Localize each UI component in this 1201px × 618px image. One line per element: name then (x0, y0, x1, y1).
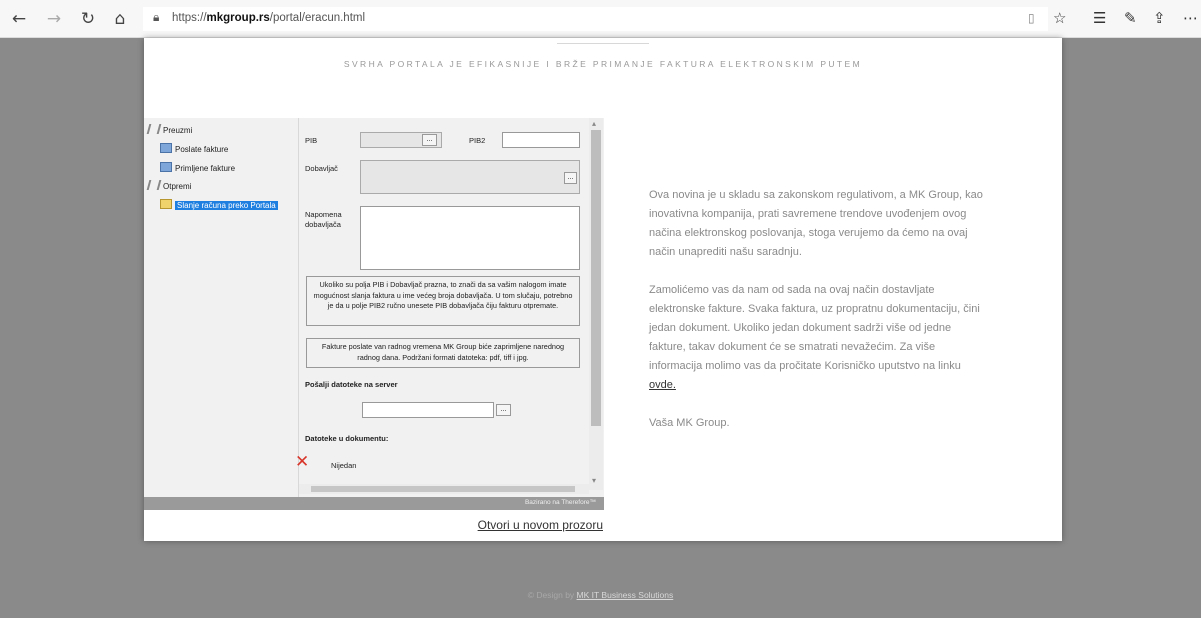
napomena-label: Napomena dobavljača (305, 210, 342, 229)
divider (557, 43, 649, 44)
scroll-up-icon[interactable]: ▴ (592, 119, 596, 128)
dobavljac-label: Dobavljač (305, 164, 338, 173)
folder-icon (160, 162, 172, 172)
pib-label: PIB (305, 136, 318, 145)
address-bar[interactable]: 🔒︎ https://mkgroup.rs/portal/eracun.html… (143, 7, 1048, 31)
open-new-window-link[interactable]: Otvori u novom prozoru (144, 518, 604, 532)
paragraph-2: Zamolićemo vas da nam od sada na ovaj na… (649, 284, 980, 391)
folder-icon (160, 199, 172, 209)
napomena-textarea[interactable] (360, 206, 580, 270)
powered-by-text: Bazirano na Therefore™ (524, 499, 596, 506)
footer-link[interactable]: MK IT Business Solutions (577, 590, 674, 600)
group-icon (146, 124, 162, 134)
pib-browse-button[interactable]: ... (422, 134, 437, 146)
file-path-field[interactable] (362, 402, 494, 418)
pen-icon[interactable]: ✎ (1124, 9, 1137, 27)
info-box-pib: Ukoliko su polja PIB i Dobavljač prazna,… (306, 276, 580, 326)
group-icon (146, 180, 162, 190)
tree-item-poslate-fakture[interactable]: Poslate fakture (160, 143, 228, 156)
browser-toolbar: ← → ↻ ⌂ 🔒︎ https://mkgroup.rs/portal/era… (0, 0, 1201, 38)
tree-group-preuzmi[interactable]: Preuzmi (146, 124, 192, 137)
home-icon[interactable]: ⌂ (110, 9, 130, 29)
info-text: Ova novina je u skladu sa zakonskom regu… (649, 186, 984, 452)
upload-form: PIB ... PIB2 Dobavljač ... Napomena dobav… (299, 118, 604, 498)
signature: Vaša MK Group. (649, 417, 730, 429)
page-tagline: SVRHA PORTALA JE EFIKASNIJE I BRŽE PRIMA… (343, 59, 863, 69)
copyright: © Design by MK IT Business Solutions (527, 590, 674, 600)
favorite-star-icon[interactable]: ☆ (1053, 9, 1066, 27)
tree-item-primljene-fakture[interactable]: Primljene fakture (160, 162, 235, 175)
close-icon: ✕ (295, 452, 310, 472)
back-arrow-icon[interactable]: ← (9, 9, 29, 29)
paragraph-1: Ova novina je u skladu sa zakonskom regu… (649, 189, 983, 258)
favorites-list-icon[interactable]: ☰ (1093, 9, 1106, 27)
info-box-hours: Fakture poslate van radnog vremena MK Gr… (306, 338, 580, 368)
pib2-label: PIB2 (469, 136, 486, 145)
pib2-field[interactable] (502, 132, 580, 148)
dobavljac-field (360, 160, 580, 194)
horizontal-scrollbar[interactable] (299, 484, 589, 494)
scroll-down-icon[interactable]: ▾ (592, 476, 596, 485)
share-icon[interactable]: ⇪ (1153, 9, 1166, 27)
file-browse-button[interactable]: ... (496, 404, 511, 416)
refresh-icon[interactable]: ↻ (78, 9, 98, 29)
navigation-tree: Preuzmi Poslate fakture Primljene faktur… (144, 118, 299, 498)
reading-view-icon[interactable]: ▯ (1028, 11, 1035, 25)
powered-by-bar: Bazirano na Therefore™ (144, 497, 604, 510)
forward-arrow-icon[interactable]: → (44, 9, 64, 29)
dobavljac-browse-button[interactable]: ... (564, 172, 577, 184)
lock-icon: 🔒︎ (153, 10, 160, 24)
docs-section-title: Datoteke u dokumentu: (305, 434, 389, 443)
tree-group-otpremi[interactable]: Otpremi (146, 180, 191, 193)
folder-icon (160, 143, 172, 153)
vertical-scrollbar[interactable]: ▴ ▾ (589, 118, 603, 490)
tree-item-slanje-racuna[interactable]: Slanje računa preko Portala (160, 199, 278, 212)
upload-section-title: Pošalji datoteke na server (305, 380, 398, 389)
no-files-label: Nijedan (331, 461, 357, 470)
instructions-link[interactable]: ovde. (649, 379, 676, 391)
page-card: SVRHA PORTALA JE EFIKASNIJE I BRŽE PRIMA… (144, 38, 1062, 541)
url-text: https://mkgroup.rs/portal/eracun.html (172, 12, 366, 24)
more-icon[interactable]: ⋯ (1183, 9, 1198, 27)
scroll-thumb[interactable] (311, 486, 575, 492)
scroll-thumb[interactable] (591, 130, 601, 426)
